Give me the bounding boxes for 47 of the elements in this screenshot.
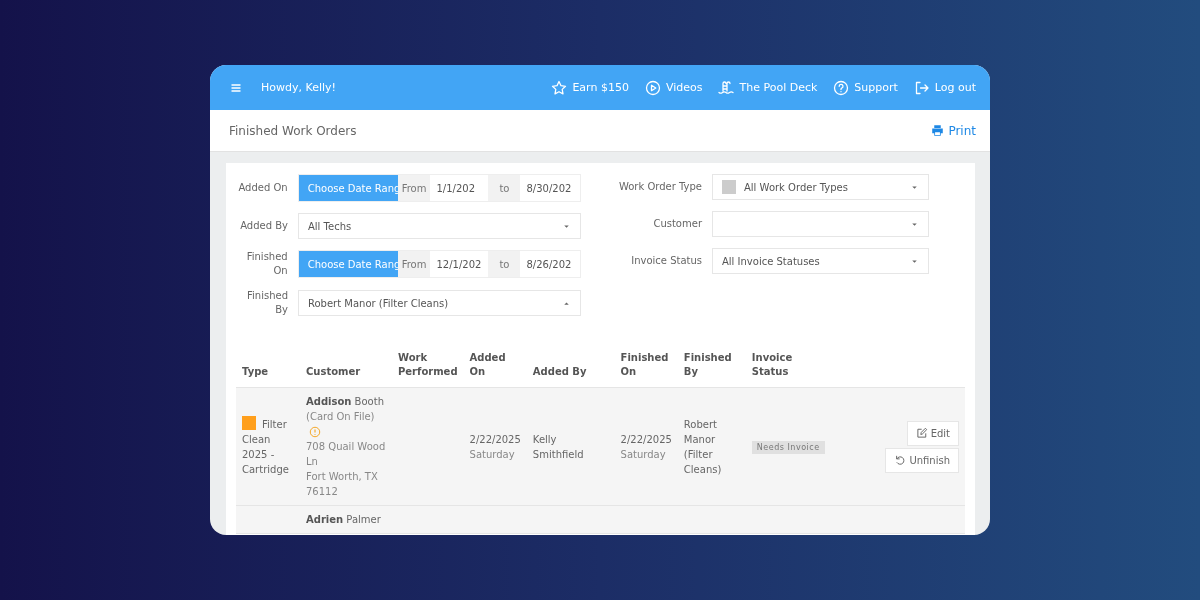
dropdown[interactable]: All Invoice Statuses xyxy=(712,248,929,274)
tech-name: Kelly Smithfield xyxy=(532,432,585,462)
column-header: Type xyxy=(236,343,300,388)
day-text: Saturday xyxy=(469,447,516,462)
pool-ladder-icon xyxy=(718,79,735,96)
printer-icon xyxy=(931,124,945,137)
customer-name: Adrien Palmer xyxy=(306,513,382,527)
logout-icon xyxy=(913,79,930,96)
payment-note: (Card On File) xyxy=(306,410,376,424)
dropdown[interactable] xyxy=(712,211,929,237)
column-header: Added On xyxy=(463,343,527,388)
filter-label: Invoice Status xyxy=(630,254,702,268)
column-header: Finished On xyxy=(614,343,678,388)
status-badge: Needs Invoice xyxy=(751,440,825,454)
edit-button[interactable]: Edit xyxy=(906,420,959,446)
filter-label: Work Order Type xyxy=(617,180,702,194)
star-icon xyxy=(551,79,568,96)
dropdown[interactable]: All Work Order Types xyxy=(712,174,929,200)
column-header: Added By xyxy=(526,343,615,388)
tech-name: Robert Manor (Filter Cleans) xyxy=(683,417,723,477)
filter-label: Finished By xyxy=(246,289,288,317)
day-text: Saturday xyxy=(620,447,667,462)
filter-label: Added By xyxy=(239,219,288,233)
filter-label: Customer xyxy=(652,217,702,231)
date-text: 2/22/2025 xyxy=(469,432,521,447)
dropdown[interactable]: All Techs xyxy=(298,213,581,239)
filter-label: Added On xyxy=(237,181,288,195)
type-text: Filter Clean 2025 - Cartridge xyxy=(242,419,289,475)
filter-label: Finished On xyxy=(245,250,288,278)
undo-button[interactable]: Unfinish xyxy=(885,447,959,473)
page-title: Finished Work Orders xyxy=(229,123,357,138)
address-text: 708 Quail Wood Ln xyxy=(306,440,386,469)
address-text: Fort Worth, TX 76112 xyxy=(306,470,379,499)
column-header: Customer xyxy=(300,343,392,388)
dropdown[interactable]: Robert Manor (Filter Cleans) xyxy=(298,290,581,316)
customer-name: Addison Booth xyxy=(306,395,385,409)
column-header: Finished By xyxy=(677,343,746,388)
print-link[interactable]: Print xyxy=(931,123,976,138)
menu-icon xyxy=(230,81,242,94)
date-text: 2/22/2025 xyxy=(620,432,672,447)
greeting-text: Howdy, Kelly! xyxy=(261,81,336,94)
play-icon xyxy=(644,79,661,96)
column-header: Work Performed xyxy=(392,343,464,388)
edit-icon xyxy=(915,427,928,439)
undo-icon xyxy=(894,454,907,466)
column-header: Invoice Status xyxy=(745,343,831,388)
help-icon xyxy=(833,79,850,96)
